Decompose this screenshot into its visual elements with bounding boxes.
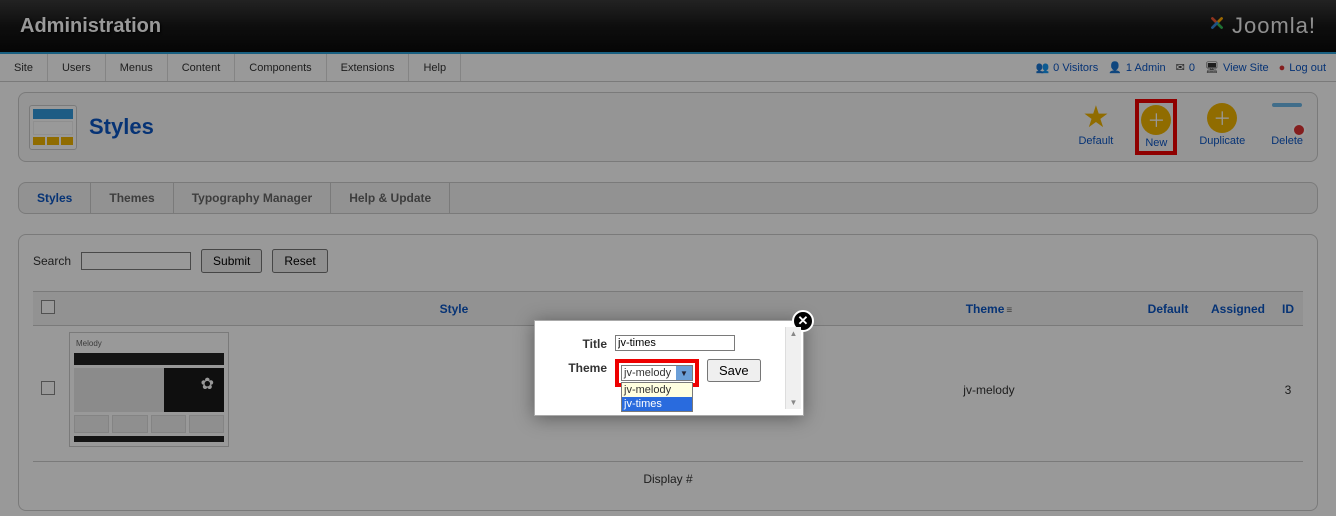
chevron-down-icon: ▼	[676, 366, 692, 380]
theme-dropdown[interactable]: jv-melody ▼ jv-melody jv-times	[621, 365, 693, 381]
modal-overlay[interactable]	[0, 0, 1336, 516]
theme-selected-value: jv-melody	[624, 367, 671, 379]
theme-option-1[interactable]: jv-times	[622, 397, 692, 411]
scroll-up-icon[interactable]: ▲	[790, 329, 798, 338]
new-style-modal: ✕ ▲▼ Title Theme jv-melody ▼ jv-melody j…	[534, 320, 804, 416]
theme-label: Theme	[547, 359, 607, 375]
theme-dropdown-selected[interactable]: jv-melody ▼	[621, 365, 693, 381]
title-label: Title	[547, 335, 607, 351]
save-button[interactable]: Save	[707, 359, 761, 382]
theme-option-0[interactable]: jv-melody	[622, 383, 692, 397]
theme-dropdown-options: jv-melody jv-times	[621, 382, 693, 412]
scroll-down-icon[interactable]: ▼	[790, 398, 798, 407]
title-input[interactable]	[615, 335, 735, 351]
modal-scrollbar[interactable]: ▲▼	[785, 327, 801, 409]
